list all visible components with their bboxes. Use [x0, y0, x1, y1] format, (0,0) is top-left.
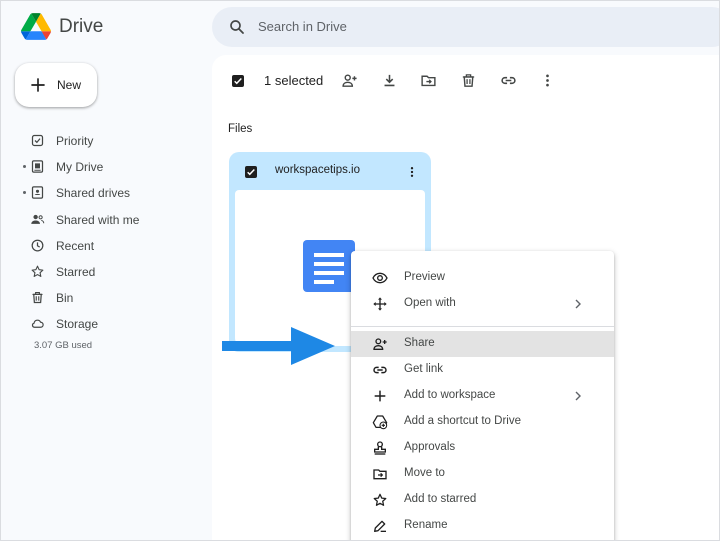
- new-button[interactable]: New: [15, 63, 97, 107]
- sidebar-item-label: Starred: [56, 265, 96, 280]
- selection-count: 1 selected: [264, 73, 324, 88]
- add-person-icon[interactable]: [341, 72, 358, 89]
- search-bar[interactable]: Search in Drive: [212, 7, 719, 47]
- my-drive-icon: [31, 160, 44, 173]
- sidebar-item-priority[interactable]: Priority: [1, 128, 201, 154]
- link-icon: [373, 366, 387, 374]
- app-title: Drive: [59, 15, 104, 37]
- sidebar-item-label: Shared drives: [56, 186, 131, 201]
- sidebar-nav: Priority My Drive Shared drives Shared w…: [1, 128, 201, 338]
- file-checkbox[interactable]: [245, 166, 257, 178]
- priority-icon: [31, 134, 44, 147]
- menu-item-get-link[interactable]: Get link: [351, 357, 614, 383]
- star-icon: [373, 493, 387, 506]
- menu-item-label: Add to starred: [404, 493, 477, 505]
- shared-drives-icon: [31, 186, 44, 200]
- sidebar-item-shared-drives[interactable]: Shared drives: [1, 180, 201, 206]
- drive-window: Drive Search in Drive New Priority My Dr…: [0, 0, 720, 541]
- sidebar-item-label: Storage: [56, 317, 99, 332]
- sidebar-item-shared-with-me[interactable]: Shared with me: [1, 207, 201, 233]
- menu-item-add-shortcut[interactable]: Add a shortcut to Drive: [351, 409, 614, 435]
- bin-icon[interactable]: [460, 72, 477, 89]
- link-icon[interactable]: [500, 72, 517, 89]
- sidebar-item-label: Bin: [56, 291, 74, 306]
- rename-icon: [374, 520, 386, 532]
- menu-item-move-to[interactable]: Move to: [351, 461, 614, 487]
- bin-icon: [32, 292, 43, 304]
- sidebar-item-label: Shared with me: [56, 212, 140, 227]
- select-all-checkbox[interactable]: [232, 75, 244, 87]
- menu-item-label: Share: [404, 337, 435, 349]
- expand-icon[interactable]: [23, 165, 26, 169]
- storage-used-text: 3.07 GB used: [34, 340, 93, 351]
- add-person-icon: [373, 338, 387, 350]
- sidebar-item-bin[interactable]: Bin: [1, 285, 201, 311]
- menu-item-add-to-workspace[interactable]: Add to workspace: [351, 383, 614, 409]
- new-button-label: New: [57, 78, 82, 92]
- menu-item-label: Move to: [404, 467, 445, 479]
- check-icon: [247, 168, 255, 176]
- shared-with-me-icon: [31, 214, 45, 224]
- plus-icon: [31, 78, 45, 92]
- menu-item-label: Approvals: [404, 441, 456, 453]
- search-icon[interactable]: [228, 18, 246, 36]
- eye-icon: [372, 272, 388, 284]
- menu-item-label: Open with: [404, 297, 456, 309]
- sidebar-item-my-drive[interactable]: My Drive: [1, 154, 201, 180]
- context-menu: Preview Open with Share Get link Add to …: [351, 251, 614, 540]
- menu-item-approvals[interactable]: Approvals: [351, 435, 614, 461]
- check-icon: [234, 77, 242, 85]
- cloud-icon: [31, 319, 44, 329]
- pointer-arrow-icon: [222, 327, 335, 365]
- add-shortcut-icon: [372, 415, 388, 430]
- star-icon: [31, 265, 44, 277]
- sidebar-item-starred[interactable]: Starred: [1, 259, 201, 285]
- move-to-folder-icon[interactable]: [420, 72, 437, 89]
- menu-item-share[interactable]: Share: [351, 331, 614, 357]
- menu-item-label: Preview: [404, 271, 445, 283]
- recent-icon: [31, 239, 44, 252]
- chevron-right-icon: [575, 391, 581, 401]
- more-vert-icon[interactable]: [539, 72, 556, 89]
- menu-item-preview[interactable]: Preview: [351, 265, 614, 291]
- sidebar-item-label: Recent: [56, 238, 95, 253]
- sidebar-item-label: Priority: [56, 134, 94, 149]
- sidebar-item-label: My Drive: [56, 160, 104, 175]
- menu-item-label: Rename: [404, 519, 448, 531]
- expand-icon[interactable]: [23, 191, 26, 195]
- menu-divider: [351, 326, 614, 327]
- chevron-right-icon: [575, 299, 581, 309]
- menu-item-open-with[interactable]: Open with: [351, 291, 614, 317]
- more-vert-icon[interactable]: [405, 164, 419, 180]
- sidebar-item-recent[interactable]: Recent: [1, 233, 201, 259]
- file-name: workspacetips.io: [275, 164, 361, 176]
- drive-logo[interactable]: Drive: [21, 13, 103, 40]
- google-doc-icon: [303, 240, 355, 292]
- menu-item-rename[interactable]: Rename: [351, 513, 614, 539]
- files-heading: Files: [228, 123, 253, 135]
- sidebar-item-storage[interactable]: Storage: [1, 311, 201, 337]
- menu-item-add-to-starred[interactable]: Add to starred: [351, 487, 614, 513]
- open-with-icon: [373, 297, 387, 311]
- menu-item-label: Get link: [404, 363, 443, 375]
- menu-item-label: Add a shortcut to Drive: [404, 415, 521, 427]
- approvals-icon: [374, 441, 386, 455]
- move-to-folder-icon: [373, 469, 387, 480]
- download-icon[interactable]: [381, 72, 398, 89]
- search-input[interactable]: Search in Drive: [258, 19, 347, 34]
- plus-icon: [374, 390, 386, 402]
- menu-item-label: Add to workspace: [404, 389, 496, 401]
- drive-logo-icon: [21, 13, 51, 40]
